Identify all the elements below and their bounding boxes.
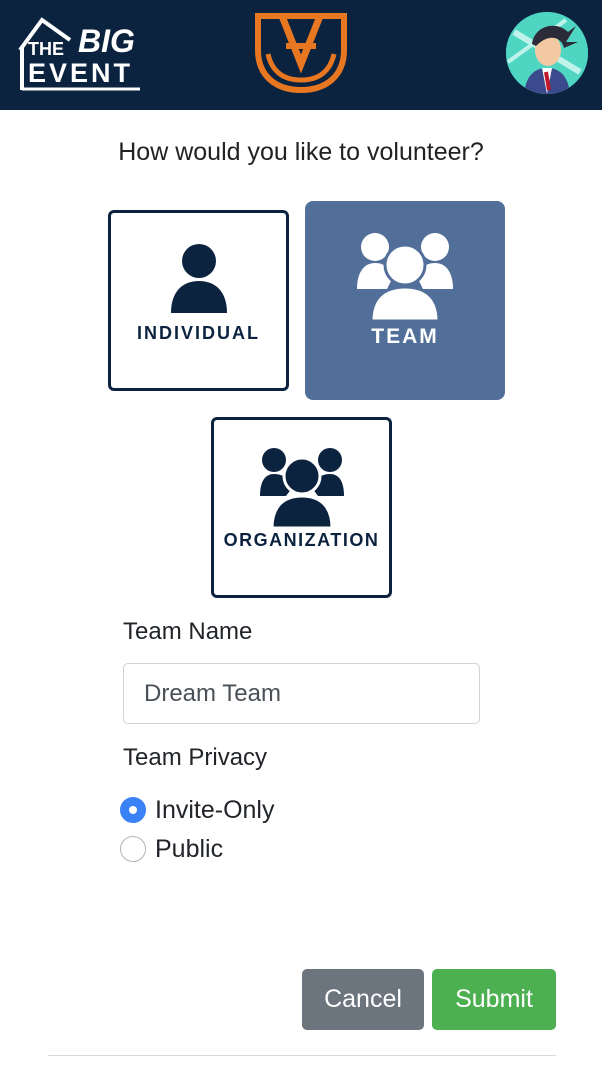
cancel-button[interactable]: Cancel: [302, 969, 424, 1030]
public-label: Public: [155, 834, 224, 863]
logo-text-big: BIG: [78, 23, 135, 59]
avatar-image: [506, 12, 588, 94]
privacy-option-invite-only[interactable]: Invite-Only: [120, 794, 274, 826]
volunteer-question: How would you like to volunteer?: [118, 138, 484, 166]
logo-text-the: THE: [28, 39, 64, 59]
option-individual-label: INDIVIDUAL: [137, 323, 260, 343]
option-individual-card[interactable]: INDIVIDUAL: [108, 210, 289, 391]
auburn-au-logo[interactable]: AU: [252, 10, 350, 96]
organization-icon: [260, 448, 344, 528]
team-name-input[interactable]: [123, 663, 480, 724]
option-team-card[interactable]: TEAM: [305, 201, 505, 400]
team-name-label: Team Name: [123, 618, 253, 645]
invite-only-label: Invite-Only: [155, 795, 275, 824]
footer-divider: [48, 1055, 556, 1056]
app-header: THE BIG EVENT AU: [0, 0, 602, 110]
submit-button[interactable]: Submit: [432, 969, 556, 1030]
option-organization-label: ORGANIZATION: [223, 530, 380, 550]
big-event-logo[interactable]: THE BIG EVENT: [18, 12, 144, 92]
team-privacy-label: Team Privacy: [123, 744, 268, 771]
option-team-label: TEAM: [371, 325, 439, 348]
logo-text-event: EVENT: [28, 58, 133, 88]
privacy-option-public[interactable]: Public: [120, 833, 223, 865]
public-radio[interactable]: [120, 836, 146, 862]
avatar[interactable]: [506, 12, 588, 94]
person-icon: [171, 244, 227, 313]
option-organization-card[interactable]: ORGANIZATION: [211, 417, 392, 598]
invite-only-radio[interactable]: [120, 797, 146, 823]
team-icon: [357, 233, 453, 323]
